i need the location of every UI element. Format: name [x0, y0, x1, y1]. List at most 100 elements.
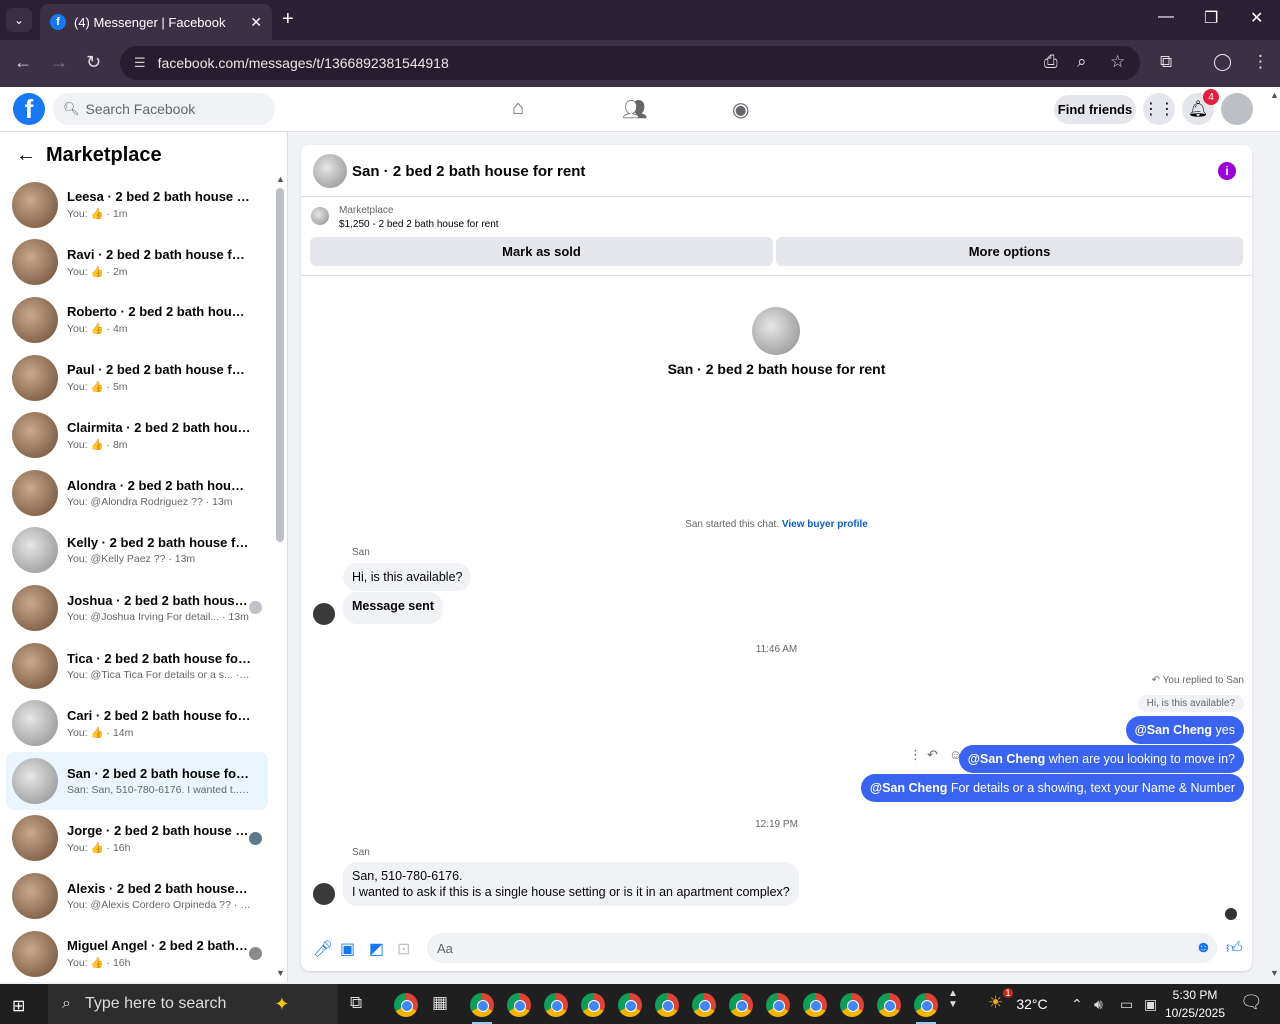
- conversation-item-active[interactable]: San · 2 bed 2 bath house for rent San: Sa…: [6, 751, 268, 810]
- forward-button[interactable]: →: [50, 52, 68, 73]
- photo-icon[interactable]: ▣: [340, 939, 355, 959]
- sender-avatar[interactable]: [313, 603, 335, 625]
- chrome-taskbar-icon[interactable]: [394, 993, 418, 1017]
- conversation-item[interactable]: Miguel Angel · 2 bed 2 bath house for re…: [6, 925, 268, 983]
- chrome-taskbar-icon[interactable]: [618, 993, 642, 1017]
- listing-price-title[interactable]: $1,250 - 2 bed 2 bath house for rent: [339, 219, 499, 230]
- search-input[interactable]: 🔍︎ Search Facebook: [53, 93, 275, 125]
- maximize-button[interactable]: ❐: [1204, 8, 1218, 28]
- message-bubble[interactable]: Message sent: [343, 592, 443, 624]
- conversation-item[interactable]: Roberto · 2 bed 2 bath house for rent You…: [6, 291, 268, 349]
- tab-search-menu-button[interactable]: ⌄: [6, 8, 32, 32]
- conversation-item[interactable]: Ravi · 2 bed 2 bath house for rent You: 👍…: [6, 234, 268, 292]
- conversation-item[interactable]: Cari · 2 bed 2 bath house for rent You: 👍…: [6, 694, 268, 752]
- reply-action-icon[interactable]: ↶: [927, 747, 938, 763]
- like-thumb-icon[interactable]: 👍︎: [1226, 939, 1243, 958]
- gif-icon[interactable]: ⊡: [397, 939, 410, 959]
- scroll-down-arrow-icon[interactable]: ▼: [276, 968, 285, 978]
- message-input[interactable]: Aa: [427, 933, 1217, 963]
- zoom-icon[interactable]: ⌕: [1077, 52, 1087, 72]
- minimize-button[interactable]: —: [1158, 8, 1174, 26]
- chrome-taskbar-icon[interactable]: [692, 993, 716, 1017]
- sidebar-scrollbar[interactable]: [276, 188, 284, 542]
- mark-as-sold-button[interactable]: Mark as sold: [310, 237, 773, 266]
- my-message-bubble[interactable]: @San Cheng yes: [1125, 716, 1244, 744]
- info-icon[interactable]: i: [1218, 162, 1236, 180]
- chrome-taskbar-icon[interactable]: [470, 993, 494, 1024]
- conversation-item[interactable]: Joshua · 2 bed 2 bath house for rent You:…: [6, 579, 268, 637]
- windows-start-icon[interactable]: ⊞: [12, 996, 25, 1016]
- more-options-button[interactable]: More options: [776, 237, 1243, 266]
- back-arrow-icon[interactable]: ←: [16, 144, 36, 167]
- conversation-item[interactable]: Clairmita · 2 bed 2 bath house for rent Y…: [6, 406, 268, 464]
- conversation-item[interactable]: Paul · 2 bed 2 bath house for rent You: 👍…: [6, 349, 268, 407]
- view-buyer-profile-link[interactable]: View buyer profile: [782, 519, 868, 530]
- conversation-item[interactable]: Alondra · 2 bed 2 bath house for rent You…: [6, 464, 268, 522]
- chrome-taskbar-icon[interactable]: [914, 993, 938, 1024]
- friends-icon[interactable]: 👥︎: [622, 97, 647, 122]
- chrome-taskbar-icon[interactable]: [544, 993, 568, 1017]
- menu-grid-icon[interactable]: ⋮⋮: [1143, 93, 1175, 125]
- conversation-item[interactable]: Tica · 2 bed 2 bath house for rent You: @…: [6, 637, 268, 695]
- install-app-icon[interactable]: ⎙: [1044, 52, 1058, 72]
- more-actions-icon[interactable]: ⋮: [909, 747, 922, 763]
- show-hidden-icons-icon[interactable]: ⌃: [1071, 996, 1083, 1013]
- groups-icon[interactable]: ◉: [732, 97, 749, 122]
- chrome-taskbar-icon[interactable]: [581, 993, 605, 1017]
- chrome-taskbar-icon[interactable]: [803, 993, 827, 1017]
- close-window-button[interactable]: ✕: [1250, 8, 1263, 28]
- volume-icon[interactable]: 🔊︎: [1094, 996, 1103, 1013]
- chrome-taskbar-icon[interactable]: [655, 993, 679, 1017]
- my-message-bubble[interactable]: @San Cheng For details or a showing, tex…: [860, 774, 1244, 802]
- site-info-icon[interactable]: ☰: [134, 55, 146, 71]
- chat-avatar[interactable]: [313, 154, 347, 188]
- sender-avatar[interactable]: [313, 883, 335, 905]
- mention[interactable]: @San Cheng: [968, 752, 1045, 766]
- task-view-icon[interactable]: ⧉: [350, 993, 362, 1013]
- conversation-item[interactable]: Kelly · 2 bed 2 bath house for rent You: …: [6, 522, 268, 580]
- close-tab-icon[interactable]: ✕: [250, 14, 262, 31]
- notification-center-icon[interactable]: 🗨︎: [1240, 992, 1263, 1013]
- browser-tab[interactable]: f (4) Messenger | Facebook ✕: [40, 4, 272, 40]
- back-button[interactable]: ←: [14, 52, 32, 73]
- chrome-taskbar-icon[interactable]: [766, 993, 790, 1017]
- microphone-icon[interactable]: 🎤︎: [313, 939, 333, 959]
- chrome-taskbar-icon[interactable]: [507, 993, 531, 1017]
- scroll-up-arrow-icon[interactable]: ▲: [276, 174, 285, 184]
- page-scroll-up-icon[interactable]: ▲: [1270, 90, 1279, 100]
- listing-thumbnail[interactable]: [311, 207, 329, 225]
- clock-time[interactable]: 5:30 PM: [1163, 988, 1227, 1002]
- network-icon[interactable]: ▣: [1144, 996, 1157, 1013]
- chrome-taskbar-icon[interactable]: [840, 993, 864, 1017]
- app-taskbar-icon[interactable]: ▦: [432, 993, 448, 1013]
- my-message-bubble[interactable]: @San Cheng when are you looking to move …: [958, 745, 1244, 773]
- mention[interactable]: @San Cheng: [870, 781, 947, 795]
- message-bubble[interactable]: San, 510-780-6176. I wanted to ask if th…: [343, 862, 799, 906]
- conversation-avatar-large[interactable]: [752, 307, 800, 355]
- chrome-menu-icon[interactable]: ⋮: [1252, 52, 1269, 72]
- chrome-taskbar-icon[interactable]: [877, 993, 901, 1017]
- taskbar-scroll-icon[interactable]: ▲ ▼: [948, 988, 958, 1010]
- mention[interactable]: @San Cheng: [1135, 723, 1212, 737]
- bookmark-star-icon[interactable]: ☆: [1110, 52, 1125, 72]
- account-avatar[interactable]: [1221, 93, 1253, 125]
- emoji-icon[interactable]: ☻: [1195, 939, 1212, 957]
- battery-icon[interactable]: ▭: [1120, 996, 1133, 1013]
- chat-title[interactable]: San · 2 bed 2 bath house for rent: [352, 163, 585, 180]
- conversation-item[interactable]: Jorge · 2 bed 2 bath house for rent You: …: [6, 810, 268, 868]
- sticker-icon[interactable]: ◩: [369, 939, 384, 959]
- taskbar-search-box[interactable]: ⌕ Type here to search ✦: [48, 984, 338, 1024]
- weather-icon[interactable]: ☀: [988, 993, 1003, 1013]
- reload-button[interactable]: ↻: [86, 52, 101, 73]
- clock-date[interactable]: 10/25/2025: [1163, 1006, 1227, 1020]
- message-bubble[interactable]: Hi, is this available?: [343, 563, 472, 591]
- new-tab-button[interactable]: +: [282, 8, 294, 31]
- chrome-taskbar-icon[interactable]: [729, 993, 753, 1017]
- conversation-item[interactable]: Alexis · 2 bed 2 bath house for rent You:…: [6, 867, 268, 925]
- url-bar[interactable]: ☰ facebook.com/messages/t/13668923815449…: [120, 46, 1140, 80]
- home-icon[interactable]: ⌂: [512, 97, 524, 120]
- conversation-item[interactable]: Leesa · 2 bed 2 bath house for rent You: …: [6, 176, 268, 234]
- extensions-icon[interactable]: ⧉: [1160, 52, 1172, 72]
- facebook-logo[interactable]: f: [13, 93, 45, 125]
- find-friends-button[interactable]: Find friends: [1054, 95, 1136, 124]
